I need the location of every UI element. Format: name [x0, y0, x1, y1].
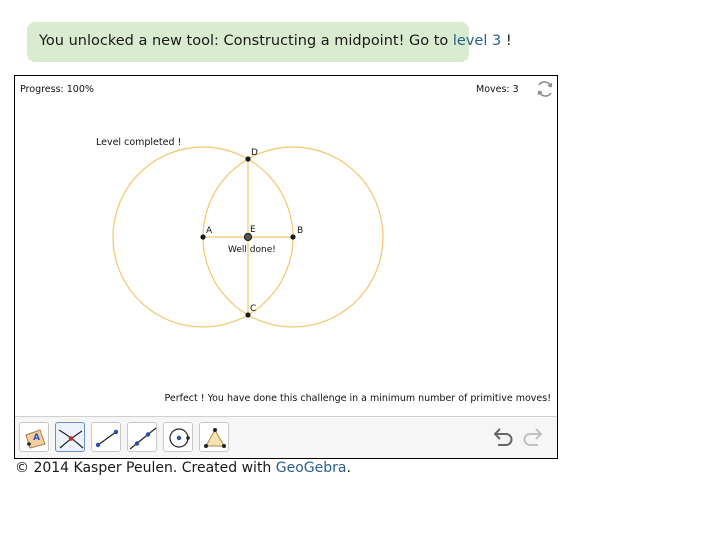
perfect-message: Perfect ! You have done this challenge i… [164, 393, 551, 404]
undo-icon[interactable] [491, 426, 515, 448]
level-3-link[interactable]: level 3 [453, 33, 501, 49]
geogebra-link[interactable]: GeoGebra [276, 460, 347, 476]
construction-canvas[interactable]: A B C D E Well done! [15, 76, 557, 416]
unlock-banner: You unlocked a new tool: Constructing a … [27, 22, 512, 62]
circle-tool-icon [169, 428, 190, 448]
svg-text:A: A [33, 433, 40, 443]
line-tool-button[interactable] [127, 422, 157, 452]
footer: © 2014 Kasper Peulen. Created with GeoGe… [15, 460, 351, 476]
point-a [200, 234, 206, 240]
label-e: E [250, 225, 256, 235]
banner-text: You unlocked a new tool: Constructing a … [39, 33, 453, 49]
polygon-tool-icon [204, 428, 226, 448]
label-d: D [251, 148, 258, 158]
copyright-text: © 2014 Kasper Peulen. Created with [15, 460, 276, 476]
point-d [245, 156, 251, 162]
circle-tool-button[interactable] [163, 422, 193, 452]
line-tool-icon [129, 427, 157, 450]
label-c: C [250, 304, 256, 314]
move-tool-icon: A [25, 429, 46, 449]
geogebra-applet[interactable]: Progress: 100% Moves: 3 Level completed … [14, 75, 558, 459]
redo-icon[interactable] [521, 426, 545, 448]
well-done-text: Well done! [228, 245, 276, 255]
polygon-tool-button[interactable] [199, 422, 229, 452]
segment-tool-icon [95, 429, 119, 448]
footer-text-end: . [346, 460, 351, 476]
move-tool-button[interactable]: A [19, 422, 49, 452]
banner-text-end: ! [501, 33, 512, 49]
segment-tool-button[interactable] [91, 422, 121, 452]
intersect-tool-button[interactable] [55, 422, 85, 452]
label-a: A [206, 226, 213, 236]
point-b [290, 234, 296, 240]
intersect-tool-icon [58, 429, 84, 449]
toolbar: A [15, 416, 557, 458]
label-b: B [297, 226, 303, 236]
